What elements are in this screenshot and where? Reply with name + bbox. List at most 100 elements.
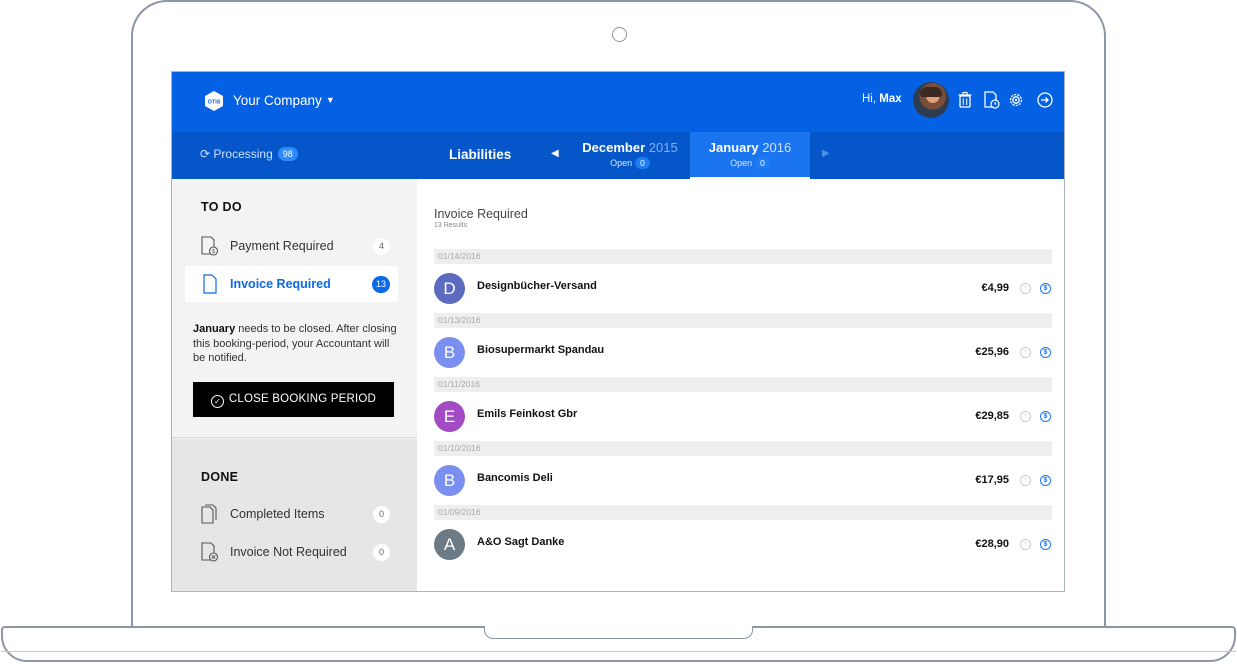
user-greeting: Hi, Max [862, 93, 902, 105]
app-screen: OTIS Your Company ▼ Hi, Max ⟳ Processing… [171, 71, 1065, 592]
table-row[interactable]: B Biosupermarkt Spandau €25,96 ↑ $ [434, 328, 1052, 377]
upload-icon[interactable]: ↑ [1020, 539, 1031, 550]
amount: €17,95 [975, 474, 1009, 486]
date-header: 01/13/2016 [434, 313, 1052, 328]
dollar-icon[interactable]: $ [1040, 411, 1051, 422]
gear-icon[interactable] [1006, 90, 1026, 110]
month-status: Open [610, 158, 633, 168]
sidebar: TO DO $ Payment Required 4 Invoice Requi… [172, 179, 417, 591]
month-name: January [708, 140, 759, 155]
company-name: Your Company [233, 93, 322, 108]
company-switcher[interactable]: Your Company ▼ [233, 93, 335, 108]
camera-icon [612, 27, 627, 42]
page-title: Invoice Required [434, 207, 528, 221]
close-button-label: CLOSE BOOKING PERIOD [228, 393, 377, 405]
month-year: 2015 [648, 140, 678, 155]
document-rejected-icon [201, 542, 219, 562]
tab-december-2015[interactable]: December 2015 Open 0 [571, 132, 689, 179]
check-circle-icon: ✓ [210, 395, 224, 408]
vendor-name: A&O Sagt Danke [477, 536, 565, 548]
payment-document-icon: $ [201, 236, 219, 256]
period-nav-bar: ⟳ Processing 98 Liabilities ◀ December 20… [172, 132, 1064, 179]
table-row[interactable]: A A&O Sagt Danke €28,90 ↑ $ [434, 520, 1052, 569]
todo-title: TO DO [201, 200, 242, 214]
greeting-prefix: Hi, [862, 93, 880, 105]
dollar-icon[interactable]: $ [1040, 347, 1051, 358]
logout-icon[interactable] [1035, 90, 1055, 110]
date-header: 01/14/2016 [434, 249, 1052, 264]
close-period-notice: January needs to be closed. After closin… [193, 322, 403, 366]
section-title: Liabilities [449, 147, 512, 162]
count-badge: 0 [373, 544, 390, 561]
avatar: D [434, 273, 465, 304]
amount: €25,96 [975, 346, 1009, 358]
close-booking-period-button[interactable]: ✓ CLOSE BOOKING PERIOD [193, 382, 394, 417]
main-content: Invoice Required 13 Results 01/14/2016 D… [417, 179, 1064, 591]
table-row[interactable]: E Emils Feinkost Gbr €29,85 ↑ $ [434, 392, 1052, 441]
results-count: 13 Results [434, 222, 468, 229]
sidebar-item-completed-items[interactable]: Completed Items 0 [185, 496, 398, 532]
dollar-icon[interactable]: $ [1040, 539, 1051, 550]
processing-link[interactable]: ⟳ Processing 98 [200, 147, 298, 161]
upload-icon[interactable]: ↑ [1020, 475, 1031, 486]
date-header: 01/09/2016 [434, 505, 1052, 520]
sidebar-item-label: Invoice Not Required [230, 545, 347, 559]
amount: €4,99 [981, 282, 1009, 294]
avatar: B [434, 465, 465, 496]
sidebar-item-label: Invoice Required [230, 277, 331, 291]
notice-month: January [193, 323, 236, 335]
open-count-badge: 0 [755, 157, 770, 169]
count-badge: 13 [371, 276, 390, 293]
processing-count-badge: 98 [277, 147, 298, 161]
user-name: Max [879, 93, 902, 105]
avatar[interactable] [913, 82, 949, 118]
vendor-name: Bancomis Deli [477, 472, 553, 484]
svg-text:$: $ [212, 249, 215, 255]
vendor-name: Designbücher-Versand [477, 280, 597, 292]
month-name: December [582, 140, 646, 155]
laptop-notch [484, 626, 753, 639]
done-title: DONE [201, 470, 239, 484]
laptop-base-edge [1, 651, 1236, 652]
upload-icon[interactable]: ↑ [1020, 411, 1031, 422]
vendor-name: Biosupermarkt Spandau [477, 344, 605, 356]
table-row[interactable]: D Designbücher-Versand €4,99 ↑ $ [434, 264, 1052, 313]
amount: €28,90 [975, 538, 1009, 550]
sidebar-item-payment-required[interactable]: $ Payment Required 4 [185, 228, 398, 264]
date-header: 01/11/2016 [434, 377, 1052, 392]
month-status: Open [730, 158, 753, 168]
top-bar: OTIS Your Company ▼ Hi, Max [172, 72, 1064, 132]
month-year: 2016 [762, 140, 792, 155]
count-badge: 4 [373, 238, 390, 255]
processing-label: Processing [213, 147, 273, 161]
trash-icon[interactable] [955, 90, 975, 110]
upload-icon[interactable]: ↑ [1020, 283, 1031, 294]
sidebar-item-label: Payment Required [230, 239, 334, 253]
sidebar-item-invoice-not-required[interactable]: Invoice Not Required 0 [185, 534, 398, 570]
dollar-icon[interactable]: $ [1040, 283, 1051, 294]
avatar: B [434, 337, 465, 368]
table-row[interactable]: B Bancomis Deli €17,95 ↑ $ [434, 456, 1052, 505]
chevron-down-icon: ▼ [325, 95, 335, 105]
open-count-badge: 0 [635, 157, 650, 169]
previous-period-arrow-icon[interactable]: ◀ [551, 148, 559, 159]
done-section: DONE Completed Items 0 Invoice Not Requi… [172, 439, 417, 591]
avatar: E [434, 401, 465, 432]
documents-stack-icon [201, 504, 217, 524]
refresh-icon: ⟳ [200, 147, 211, 161]
vendor-name: Emils Feinkost Gbr [477, 408, 578, 420]
sidebar-item-invoice-required[interactable]: Invoice Required 13 [185, 266, 398, 302]
avatar: A [434, 529, 465, 560]
amount: €29,85 [975, 410, 1009, 422]
todo-section: TO DO $ Payment Required 4 Invoice Requi… [172, 179, 417, 438]
dollar-icon[interactable]: $ [1040, 475, 1051, 486]
upload-icon[interactable]: ↑ [1020, 347, 1031, 358]
date-header: 01/10/2016 [434, 441, 1052, 456]
document-clock-icon[interactable] [981, 90, 1001, 110]
svg-text:OTIS: OTIS [208, 100, 221, 106]
sidebar-item-label: Completed Items [230, 507, 325, 521]
count-badge: 0 [373, 506, 390, 523]
document-icon [203, 274, 217, 294]
tab-january-2016[interactable]: January 2016 Open 0 [690, 132, 810, 179]
next-period-arrow-icon[interactable]: ▶ [822, 148, 830, 159]
